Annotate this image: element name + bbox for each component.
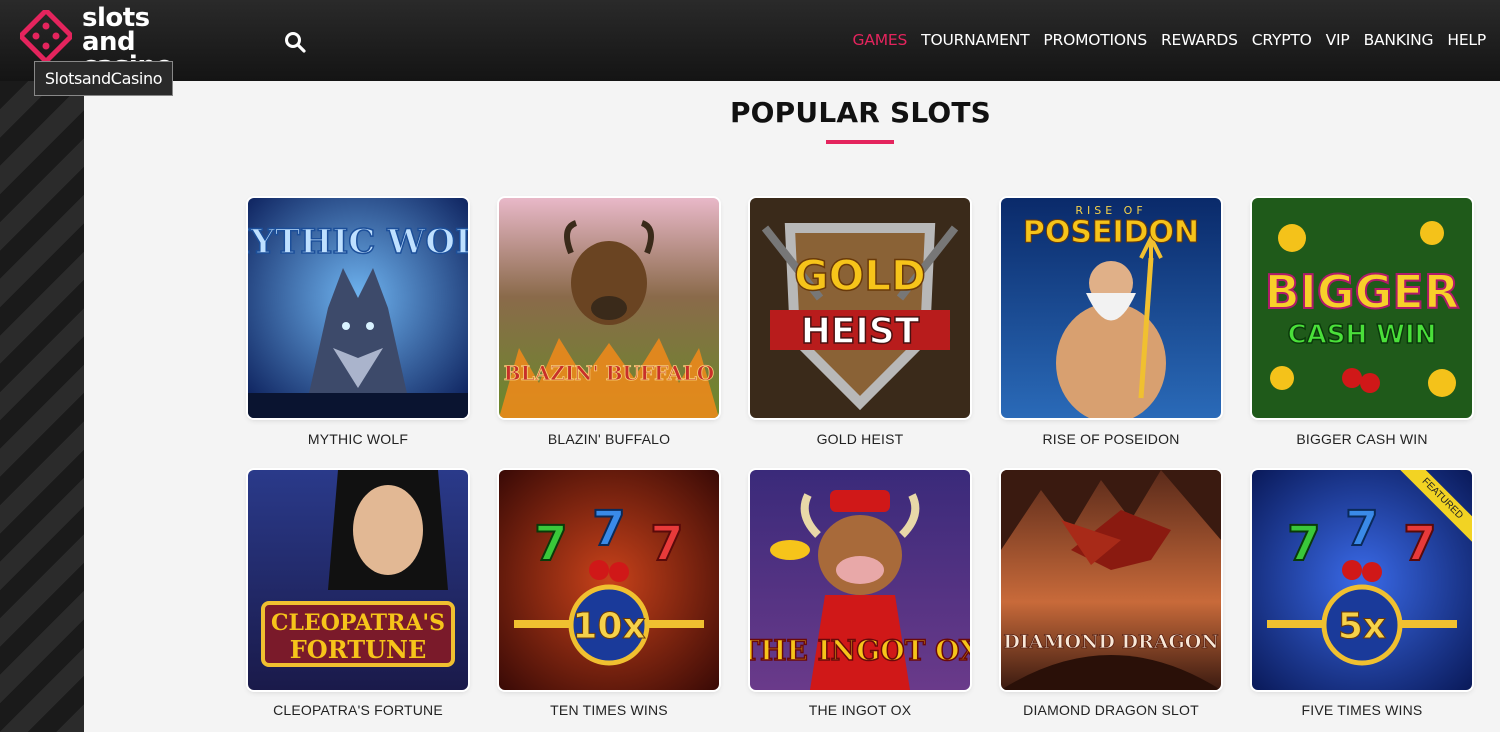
main-nav: GAMES TOURNAMENT PROMOTIONS REWARDS CRYP… bbox=[853, 31, 1487, 49]
svg-text:BLAZIN' BUFFALO: BLAZIN' BUFFALO bbox=[504, 361, 714, 385]
blazin-buffalo-art: BLAZIN' BUFFALO bbox=[499, 198, 719, 418]
game-title[interactable]: THE INGOT OX bbox=[750, 702, 970, 718]
svg-text:FORTUNE: FORTUNE bbox=[290, 635, 427, 664]
ten-times-wins-art: 7 7 7 10x bbox=[499, 470, 719, 690]
game-title[interactable]: MYTHIC WOLF bbox=[248, 431, 468, 447]
game-title[interactable]: RISE OF POSEIDON bbox=[1001, 431, 1221, 447]
game-title[interactable]: CLEOPATRA'S FORTUNE bbox=[248, 702, 468, 718]
mythic-wolf-art: MYTHIC WOLF bbox=[248, 198, 468, 418]
svg-text:BIGGER: BIGGER bbox=[1265, 265, 1460, 319]
gold-heist-art: GOLD HEIST bbox=[750, 198, 970, 418]
svg-text:10x: 10x bbox=[572, 606, 645, 647]
decorative-side-stripe bbox=[0, 81, 84, 732]
diamond-dragon-art: DIAMOND DRAGON bbox=[1001, 470, 1221, 690]
nav-vip[interactable]: VIP bbox=[1326, 31, 1350, 49]
svg-text:CLEOPATRA'S: CLEOPATRA'S bbox=[271, 610, 445, 636]
the-ingot-ox-art: THE INGOT OX bbox=[750, 470, 970, 690]
game-tile-diamond-dragon[interactable]: DIAMOND DRAGON bbox=[1001, 470, 1221, 690]
game-tile-rise-of-poseidon[interactable]: RISE OF POSEIDON bbox=[1001, 198, 1221, 418]
game-title[interactable]: DIAMOND DRAGON SLOT bbox=[1001, 702, 1221, 718]
game-tile-mythic-wolf[interactable]: MYTHIC WOLF bbox=[248, 198, 468, 418]
cleopatras-fortune-art: CLEOPATRA'S FORTUNE bbox=[248, 470, 468, 690]
game-title[interactable]: FIVE TIMES WINS bbox=[1252, 702, 1472, 718]
nav-help[interactable]: HELP bbox=[1447, 31, 1486, 49]
search-icon[interactable] bbox=[283, 30, 307, 54]
game-tile-ten-times-wins[interactable]: 7 7 7 10x bbox=[499, 470, 719, 690]
game-tile-gold-heist[interactable]: GOLD HEIST bbox=[750, 198, 970, 418]
game-tile-bigger-cash-win[interactable]: BIGGER CASH WIN bbox=[1252, 198, 1472, 418]
svg-text:7: 7 bbox=[1403, 516, 1436, 572]
bigger-cash-win-art: BIGGER CASH WIN bbox=[1252, 198, 1472, 418]
game-title[interactable]: GOLD HEIST bbox=[750, 431, 970, 447]
svg-text:7: 7 bbox=[1345, 501, 1378, 557]
svg-text:5x: 5x bbox=[1338, 606, 1386, 647]
game-tile-five-times-wins[interactable]: 7 7 7 5x FEATURED bbox=[1252, 470, 1472, 690]
nav-banking[interactable]: BANKING bbox=[1364, 31, 1434, 49]
svg-text:DIAMOND DRAGON: DIAMOND DRAGON bbox=[1003, 631, 1218, 653]
svg-text:7: 7 bbox=[650, 516, 683, 572]
section-title: POPULAR SLOTS bbox=[729, 96, 992, 129]
game-tile-cleopatras-fortune[interactable]: CLEOPATRA'S FORTUNE bbox=[248, 470, 468, 690]
game-title[interactable]: BLAZIN' BUFFALO bbox=[499, 431, 719, 447]
svg-text:7: 7 bbox=[534, 516, 567, 572]
site-header: slots and casino SlotsandCasino GAMES TO… bbox=[0, 0, 1500, 96]
nav-tournament[interactable]: TOURNAMENT bbox=[921, 31, 1029, 49]
game-title[interactable]: TEN TIMES WINS bbox=[499, 702, 719, 718]
svg-text:CASH WIN: CASH WIN bbox=[1288, 320, 1437, 350]
title-underline bbox=[826, 140, 894, 144]
nav-crypto[interactable]: CRYPTO bbox=[1252, 31, 1312, 49]
svg-text:7: 7 bbox=[592, 501, 625, 557]
svg-text:MYTHIC WOLF: MYTHIC WOLF bbox=[248, 222, 468, 262]
game-tile-the-ingot-ox[interactable]: THE INGOT OX bbox=[750, 470, 970, 690]
svg-text:HEIST: HEIST bbox=[801, 311, 920, 352]
svg-text:POSEIDON: POSEIDON bbox=[1023, 215, 1199, 250]
game-tile-blazin-buffalo[interactable]: BLAZIN' BUFFALO bbox=[499, 198, 719, 418]
game-title[interactable]: BIGGER CASH WIN bbox=[1252, 431, 1472, 447]
logo-tooltip: SlotsandCasino bbox=[34, 61, 173, 96]
rise-of-poseidon-art: RISE OF POSEIDON bbox=[1001, 198, 1221, 418]
svg-text:7: 7 bbox=[1287, 516, 1320, 572]
svg-text:THE INGOT OX: THE INGOT OX bbox=[750, 634, 970, 667]
nav-games[interactable]: GAMES bbox=[853, 31, 908, 49]
svg-text:GOLD: GOLD bbox=[794, 251, 926, 300]
popular-slots-section: POPULAR SLOTS MYTHIC WOLF MYTHIC WOLF BL… bbox=[84, 81, 1500, 732]
nav-rewards[interactable]: REWARDS bbox=[1161, 31, 1238, 49]
dice-diamond-icon bbox=[20, 10, 72, 62]
nav-promotions[interactable]: PROMOTIONS bbox=[1043, 31, 1147, 49]
